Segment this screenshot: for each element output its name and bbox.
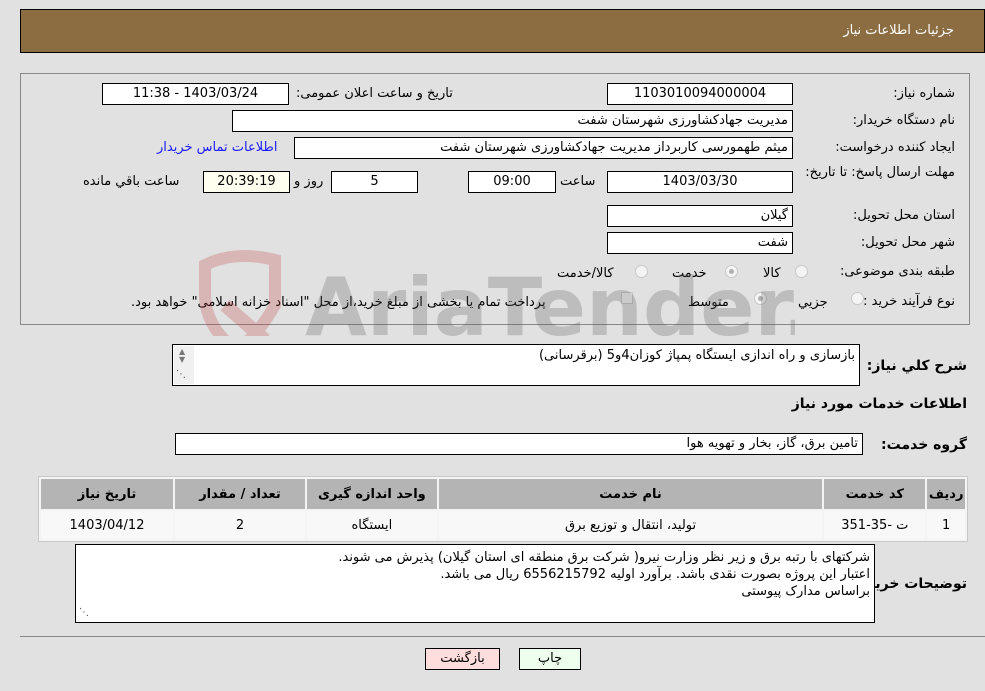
col-need-date: تاریخ نیاز [41, 479, 174, 509]
requester-field: میثم طهمورسی کاربرداز مدیریت جهادکشاورزی… [294, 137, 793, 159]
cell-unit: ایستگاه [306, 511, 437, 539]
col-row-number: ردیف [927, 479, 965, 509]
need-number-label: شماره نیاز: [893, 86, 955, 101]
category-option-goods: کالا [763, 266, 781, 281]
deadline-label: مهلت ارسال پاسخ: تا تاریخ: [805, 165, 955, 180]
buyer-org-label: نام دستگاه خریدار: [852, 113, 955, 128]
purchase-type-label: نوع فرآیند خرید : [863, 294, 955, 309]
cell-row-number: 1 [927, 511, 965, 539]
buyer-org-field: مدیریت جهادکشاورزی شهرستان شفت [232, 110, 793, 132]
category-radio-goods[interactable] [795, 265, 808, 278]
description-textarea[interactable]: ▲ ▼ ⋰ بازسازی و راه اندازی ایستگاه پمپاژ … [172, 344, 860, 386]
treasury-note: پرداخت تمام یا بخشی از مبلغ خرید،از محل … [131, 295, 546, 310]
details-panel: شماره نیاز: 1103010094000004 تاریخ و ساع… [20, 73, 970, 325]
buyer-notes-line-2: اعتبار این پروژه بصورت نقدی باشد. برآورد… [440, 567, 870, 582]
col-service-name: نام خدمت [438, 479, 823, 509]
cell-service-code: ت -35-351 [824, 511, 926, 539]
page-title: جزئیات اطلاعات نیاز [843, 23, 954, 38]
page-header: جزئیات اطلاعات نیاز [20, 9, 985, 53]
deadline-days-label: روز و [294, 174, 324, 189]
scroll-arrows-icon: ▲ ▼ [179, 347, 186, 364]
province-field: گیلان [607, 205, 793, 227]
description-text: بازسازی و راه اندازی ایستگاه پمپاژ کوزان… [538, 348, 855, 363]
announce-datetime-label: تاریخ و ساعت اعلان عمومی: [296, 86, 453, 101]
treasury-checkbox[interactable] [621, 292, 633, 304]
announce-datetime-field: 1403/03/24 - 11:38 [102, 83, 289, 105]
service-group-field: تامین برق، گاز، بخار و تهویه هوا [175, 433, 863, 455]
category-radio-goods-service[interactable] [635, 265, 648, 278]
buyer-notes-line-1: شرکتهای با رتبه برق و زیر نظر وزارت نیرو… [338, 550, 870, 565]
deadline-time-label: ساعت [560, 174, 596, 189]
city-label: شهر محل تحویل: [860, 235, 955, 250]
services-table-header: ردیف کد خدمت نام خدمت واحد اندازه گیری ت… [41, 479, 965, 509]
category-option-goods-service: کالا/خدمت [557, 266, 614, 281]
need-number-field: 1103010094000004 [607, 83, 793, 105]
services-table: ردیف کد خدمت نام خدمت واحد اندازه گیری ت… [38, 476, 968, 542]
description-label: شرح کلي نیاز: [866, 358, 967, 374]
category-label: طبقه بندی موضوعی: [839, 264, 955, 279]
buyer-notes-textarea[interactable]: شرکتهای با رتبه برق و زیر نظر وزارت نیرو… [75, 544, 875, 623]
cell-service-name: تولید، انتقال و توزیع برق [438, 511, 823, 539]
purchase-option-minor: جزيي [798, 295, 828, 310]
buyer-notes-line-3: براساس مدارک پیوستی [741, 584, 870, 599]
cell-need-date: 1403/04/12 [41, 511, 174, 539]
resize-grip-icon[interactable]: ⋰ [79, 604, 89, 621]
print-button[interactable]: چاپ [519, 648, 581, 670]
table-row: 1 ت -35-351 تولید، انتقال و توزیع برق ای… [41, 511, 965, 539]
description-scrollbar[interactable]: ▲ ▼ ⋰ [174, 346, 194, 384]
purchase-radio-medium[interactable] [754, 292, 767, 305]
col-quantity: تعداد / مقدار [175, 479, 305, 509]
buyer-contact-link[interactable]: اطلاعات تماس خریدار [157, 140, 277, 155]
category-radio-service[interactable] [725, 265, 738, 278]
purchase-radio-minor[interactable] [851, 292, 864, 305]
purchase-option-medium: متوسط [688, 295, 729, 310]
category-option-service: خدمت [672, 266, 707, 281]
requester-label: ایجاد کننده درخواست: [835, 140, 955, 155]
deadline-date-field: 1403/03/30 [607, 171, 793, 193]
deadline-time-field: 09:00 [468, 171, 556, 193]
remaining-time-label: ساعت باقي مانده [83, 174, 180, 189]
city-field: شفت [607, 232, 793, 254]
col-unit: واحد اندازه گیری [306, 479, 437, 509]
back-button[interactable]: بازگشت [425, 648, 500, 670]
col-service-code: کد خدمت [824, 479, 926, 509]
cell-quantity: 2 [175, 511, 305, 539]
deadline-days-field: 5 [331, 171, 418, 193]
province-label: استان محل تحویل: [853, 208, 955, 223]
remaining-time-field: 20:39:19 [203, 171, 290, 193]
resize-grip-icon[interactable]: ⋰ [176, 366, 186, 383]
services-section-title: اطلاعات خدمات مورد نیاز [791, 396, 967, 412]
bottom-divider [20, 636, 985, 637]
service-group-label: گروه خدمت: [881, 437, 967, 453]
